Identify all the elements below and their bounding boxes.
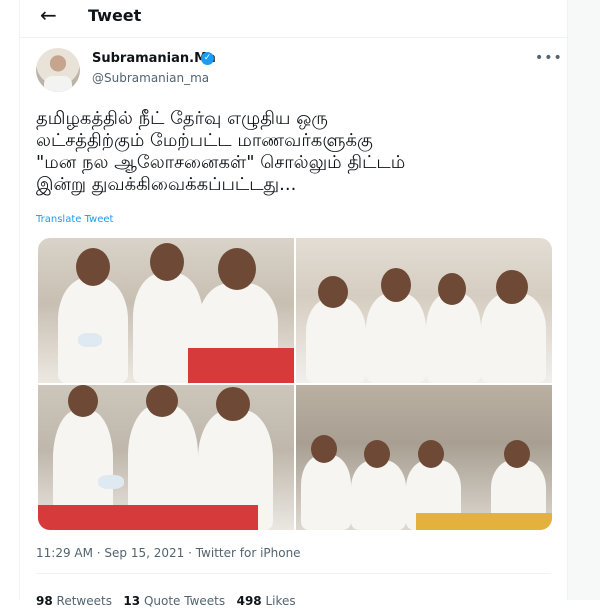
tweet-photo-4[interactable]: [296, 385, 552, 530]
translate-tweet-link[interactable]: Translate Tweet: [36, 214, 113, 225]
person-head: [146, 385, 178, 417]
right-sidebar-background: [568, 0, 600, 600]
photo-grid: [38, 238, 552, 530]
tweet-text-line: லட்சத்திற்கும் மேற்பட்ட மாணவர்களுக்கு: [36, 130, 373, 151]
tweet-column: ← Tweet Subramanian.Ma ✓ @Subramanian_ma…: [19, 0, 568, 608]
avatar[interactable]: [36, 48, 80, 92]
tweet-photo-1[interactable]: [38, 238, 294, 383]
quote-label[interactable]: Quote Tweets: [144, 594, 225, 608]
person-head: [76, 248, 110, 286]
author-handle[interactable]: @Subramanian_ma: [92, 71, 209, 85]
tweet-text: தமிழகத்தில் நீட் தேர்வு எழுதிய ஒரு லட்சத…: [36, 108, 556, 196]
tweet-text-line: "மன நல ஆலோசனைகள்" சொல்லும் திட்டம்: [36, 152, 406, 173]
avatar-shirt: [44, 76, 72, 92]
page-title: Tweet: [88, 6, 142, 25]
retweet-count[interactable]: 98: [36, 594, 53, 608]
tweet-photo-2[interactable]: [296, 238, 552, 383]
person-head: [381, 268, 411, 302]
person-figure: [351, 460, 406, 530]
quote-count[interactable]: 13: [123, 594, 140, 608]
tweet-timestamp[interactable]: 11:29 AM · Sep 15, 2021 · Twitter for iP…: [36, 546, 301, 560]
author-name[interactable]: Subramanian.Ma: [92, 51, 216, 66]
more-horizontal-icon[interactable]: •••: [535, 50, 563, 66]
person-head: [418, 440, 444, 468]
person-head: [311, 435, 337, 463]
person-head: [496, 270, 528, 304]
person-head: [68, 385, 98, 417]
face-mask: [98, 475, 124, 489]
person-figure: [58, 278, 128, 383]
person-figure: [426, 293, 481, 383]
tweet-text-line: இன்று துவக்கிவைக்கப்பட்டது...: [36, 174, 297, 195]
stats-divider: [36, 573, 551, 574]
retweet-label[interactable]: Retweets: [57, 594, 112, 608]
tweet-text-line: தமிழகத்தில் நீட் தேர்வு எழுதிய ஒரு: [36, 108, 328, 129]
person-head: [218, 248, 256, 290]
tweet-stats: 98 Retweets 13 Quote Tweets 498 Likes: [36, 594, 296, 608]
red-desk: [38, 505, 258, 530]
like-label[interactable]: Likes: [265, 594, 295, 608]
header-divider: [20, 37, 567, 38]
top-bar: ← Tweet: [20, 0, 567, 34]
person-head: [504, 440, 530, 468]
person-head: [318, 276, 348, 308]
tweet-photo-3[interactable]: [38, 385, 294, 530]
person-figure: [366, 293, 426, 383]
person-figure: [481, 293, 546, 383]
person-head: [438, 273, 466, 305]
yellow-table: [416, 513, 552, 530]
face-mask: [78, 333, 102, 347]
verified-badge-icon: ✓: [201, 52, 214, 65]
red-desk: [188, 348, 294, 383]
arrow-left-icon[interactable]: ←: [40, 4, 57, 26]
person-figure: [306, 298, 366, 383]
person-figure: [301, 455, 351, 530]
person-head: [364, 440, 390, 468]
person-head: [216, 387, 250, 421]
like-count[interactable]: 498: [237, 594, 262, 608]
person-head: [150, 243, 184, 281]
